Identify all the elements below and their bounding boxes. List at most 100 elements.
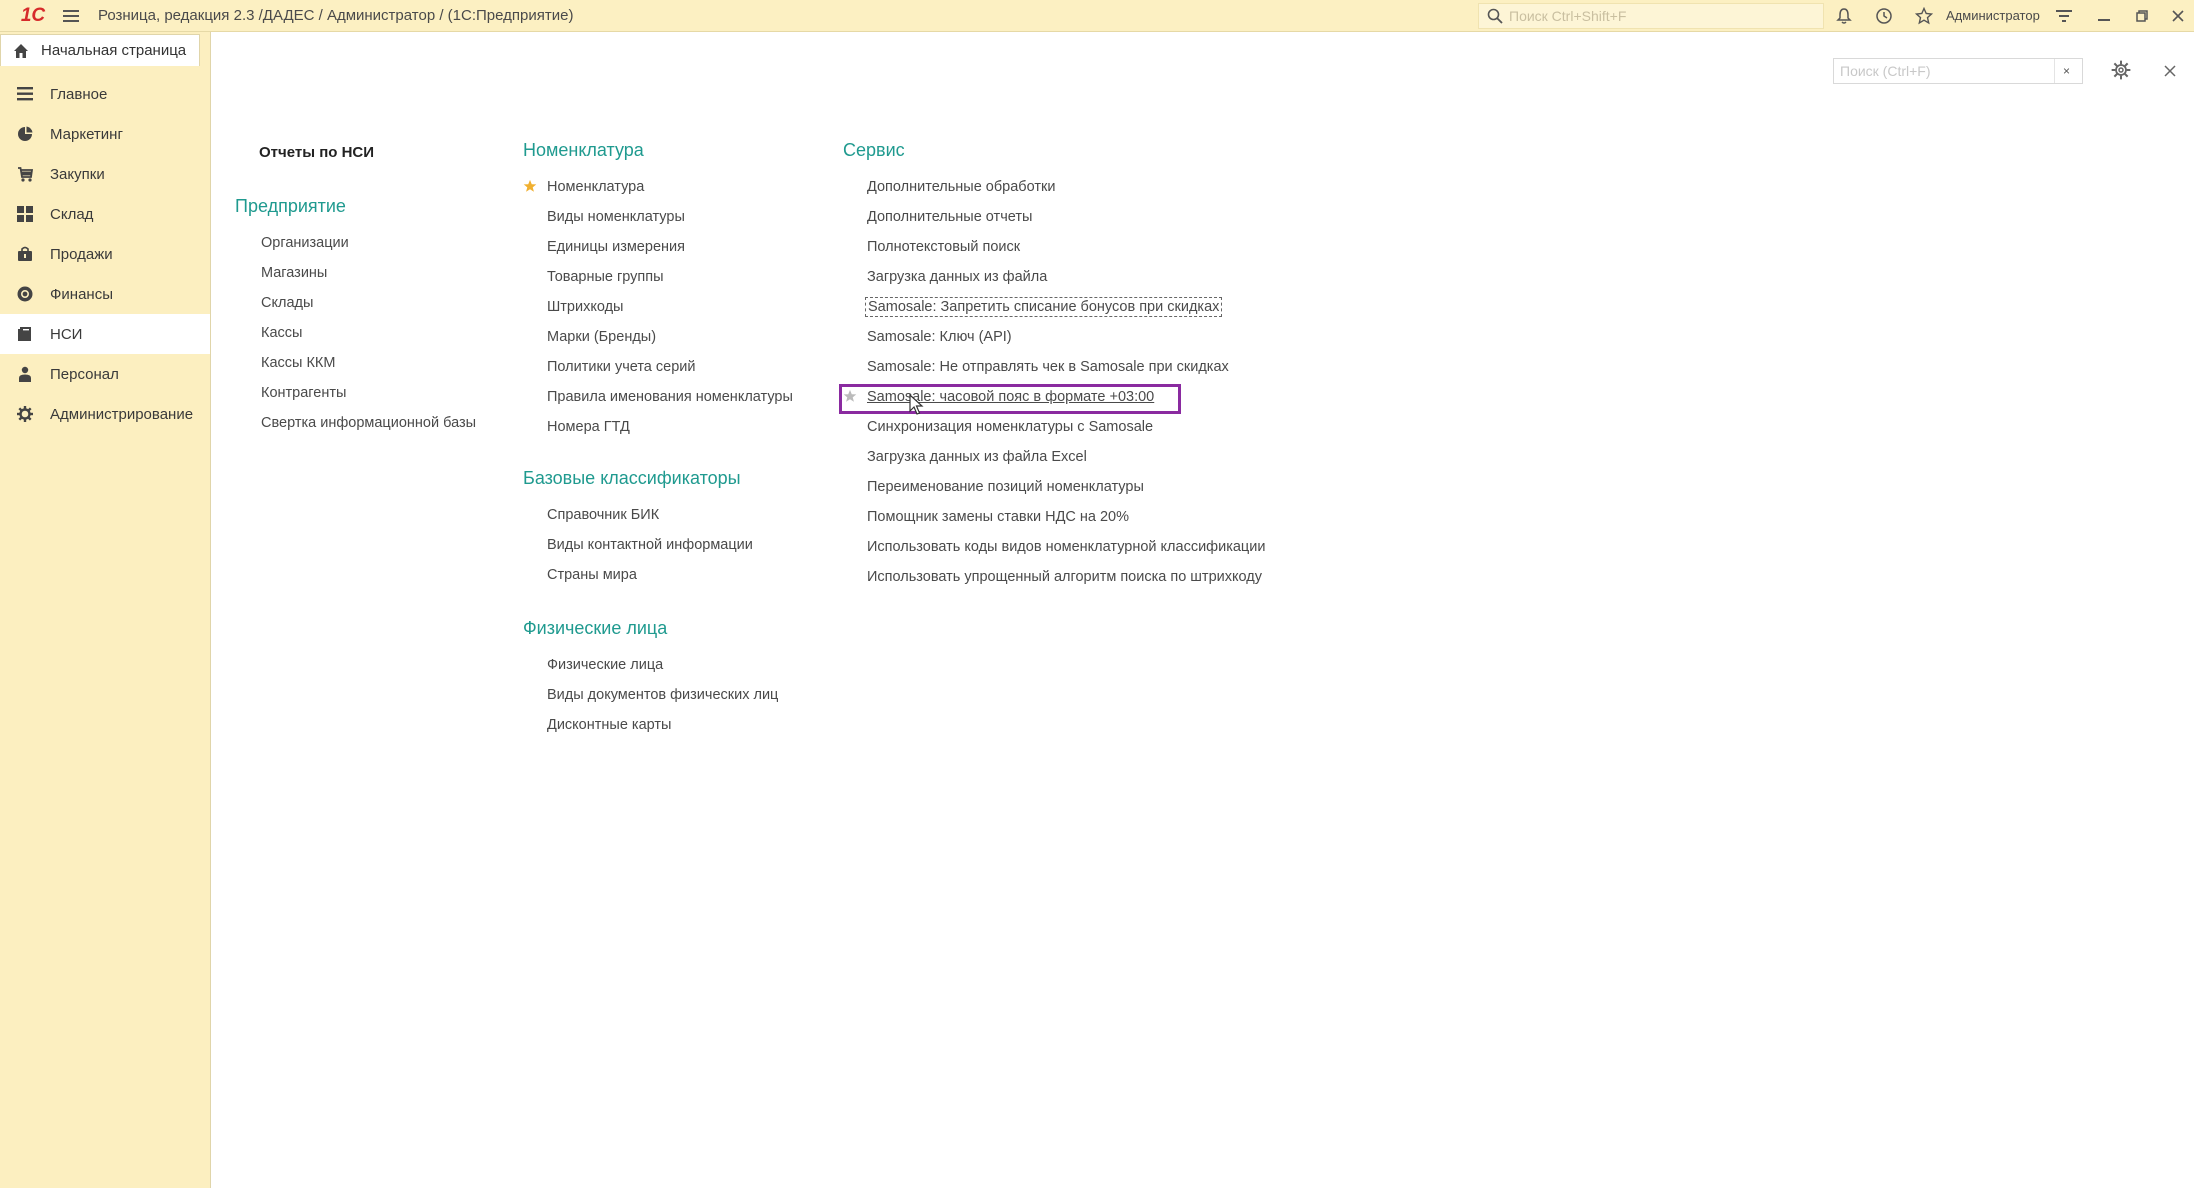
sidebar-item-personnel[interactable]: Персонал xyxy=(0,354,210,394)
sidebar-item-finance[interactable]: Финансы xyxy=(0,274,210,314)
group-title-nomenclature: Номенклатура xyxy=(523,140,644,160)
close-panel-icon[interactable] xyxy=(2159,60,2181,82)
clear-search-button[interactable]: × xyxy=(2054,59,2078,83)
link-simplified-barcode-search[interactable]: Использовать упрощенный алгоритм поиска … xyxy=(865,562,1267,592)
nomenclature-links: Номенклатура Виды номенклатуры Единицы и… xyxy=(523,172,795,442)
restore-icon[interactable] xyxy=(2130,4,2154,28)
link-load-from-file[interactable]: Загрузка данных из файла xyxy=(865,262,1267,292)
group-title-persons: Физические лица xyxy=(523,618,668,638)
link-nomenclature-types[interactable]: Виды номенклатуры xyxy=(545,202,795,232)
link-stores[interactable]: Магазины xyxy=(259,258,478,288)
bell-icon[interactable] xyxy=(1832,4,1856,28)
sidebar-item-marketing[interactable]: Маркетинг xyxy=(0,114,210,154)
global-search-box[interactable] xyxy=(1478,3,1824,29)
sidebar-item-label: НСИ xyxy=(50,325,83,343)
link-nomenclature[interactable]: Номенклатура xyxy=(523,172,795,202)
link-cash-desks[interactable]: Кассы xyxy=(259,318,478,348)
link-rename-positions[interactable]: Переименование позиций номенклатуры xyxy=(865,472,1267,502)
link-samosale-sync[interactable]: Синхронизация номенклатуры с Samosale xyxy=(865,412,1267,442)
link-series-policies[interactable]: Политики учета серий xyxy=(545,352,795,382)
cart-icon xyxy=(16,165,34,183)
link-contact-info-types[interactable]: Виды контактной информации xyxy=(545,530,755,560)
sidebar-item-label: Продажи xyxy=(50,245,113,263)
group-title-service: Сервис xyxy=(843,140,905,160)
link-id-document-types[interactable]: Виды документов физических лиц xyxy=(545,680,780,710)
link-fulltext-search[interactable]: Полнотекстовый поиск xyxy=(865,232,1267,262)
classifiers-links: Справочник БИК Виды контактной информаци… xyxy=(545,500,755,590)
panel-search-box[interactable]: × xyxy=(1833,58,2083,84)
grid-icon xyxy=(16,205,34,223)
sections-nav: Главное Маркетинг Закупки Склад Продажи … xyxy=(0,74,210,434)
group-title-classifiers: Базовые классификаторы xyxy=(523,468,741,488)
link-warehouses[interactable]: Склады xyxy=(259,288,478,318)
link-samosale-forbid-bonus[interactable]: Samosale: Запретить списание бонусов при… xyxy=(865,292,1267,322)
link-organizations[interactable]: Организации xyxy=(259,228,478,258)
link-additional-processing[interactable]: Дополнительные обработки xyxy=(865,172,1267,202)
sidebar-item-main[interactable]: Главное xyxy=(0,74,210,114)
bag-icon xyxy=(16,245,34,263)
person-icon xyxy=(16,365,34,383)
mouse-cursor-icon xyxy=(909,394,924,415)
link-discount-cards[interactable]: Дисконтные карты xyxy=(545,710,780,740)
sidebar-item-label: Маркетинг xyxy=(50,125,123,143)
link-samosale-no-receipt[interactable]: Samosale: Не отправлять чек в Samosale п… xyxy=(865,352,1267,382)
link-units[interactable]: Единицы измерения xyxy=(545,232,795,262)
link-bik[interactable]: Справочник БИК xyxy=(545,500,755,530)
search-icon xyxy=(1487,8,1503,24)
close-window-icon[interactable] xyxy=(2166,4,2190,28)
link-product-groups[interactable]: Товарные группы xyxy=(545,262,795,292)
link-brands[interactable]: Марки (Бренды) xyxy=(545,322,795,352)
window-title: Розница, редакция 2.3 /ДАДЕС / Администр… xyxy=(98,7,574,24)
history-icon[interactable] xyxy=(1872,4,1896,28)
book-icon xyxy=(16,325,34,343)
group-title-enterprise: Предприятие xyxy=(235,196,346,216)
link-additional-reports[interactable]: Дополнительные отчеты xyxy=(865,202,1267,232)
sidebar-item-label: Склад xyxy=(50,205,94,223)
link-gtd-numbers[interactable]: Номера ГТД xyxy=(545,412,795,442)
enterprise-links: Организации Магазины Склады Кассы Кассы … xyxy=(259,228,478,438)
link-kkm-cash-desks[interactable]: Кассы ККМ xyxy=(259,348,478,378)
sections-sidebar: Начальная страница Главное Маркетинг Зак… xyxy=(0,32,210,1188)
hamburger-menu-icon[interactable] xyxy=(58,0,84,32)
sidebar-item-label: Главное xyxy=(50,85,108,103)
sidebar-item-sales[interactable]: Продажи xyxy=(0,234,210,274)
link-naming-rules[interactable]: Правила именования номенклатуры xyxy=(545,382,795,412)
current-user[interactable]: Администратор xyxy=(1946,8,2040,23)
link-samosale-api-key[interactable]: Samosale: Ключ (API) xyxy=(865,322,1267,352)
app-logo[interactable]: 1С xyxy=(8,0,58,32)
link-load-from-excel[interactable]: Загрузка данных из файла Excel xyxy=(865,442,1267,472)
global-search-input[interactable] xyxy=(1509,8,1809,24)
title-bar: 1С Розница, редакция 2.3 /ДАДЕС / Админи… xyxy=(0,0,2194,32)
link-classification-codes[interactable]: Использовать коды видов номенклатурной к… xyxy=(865,532,1267,562)
settings-gear-icon[interactable] xyxy=(2111,60,2133,82)
sidebar-item-administration[interactable]: Администрирование xyxy=(0,394,210,434)
reports-nsi-link[interactable]: Отчеты по НСИ xyxy=(259,144,374,161)
home-page-tab[interactable]: Начальная страница xyxy=(0,34,200,66)
sidebar-item-warehouse[interactable]: Склад xyxy=(0,194,210,234)
link-counterparties[interactable]: Контрагенты xyxy=(259,378,478,408)
sidebar-item-label: Администрирование xyxy=(50,405,194,423)
link-individuals[interactable]: Физические лица xyxy=(545,650,780,680)
list-icon xyxy=(16,85,34,103)
minimize-icon[interactable] xyxy=(2092,4,2116,28)
highlight-frame xyxy=(839,384,1181,414)
sidebar-item-label: Персонал xyxy=(50,365,119,383)
sidebar-item-label: Закупки xyxy=(50,165,105,183)
favorites-star-icon[interactable] xyxy=(1912,4,1936,28)
functions-menu-icon[interactable] xyxy=(2052,4,2076,28)
home-page-tab-label: Начальная страница xyxy=(41,42,187,59)
persons-links: Физические лица Виды документов физическ… xyxy=(545,650,780,740)
favorite-star-icon[interactable] xyxy=(523,179,537,193)
section-panel: × Отчеты по НСИ Предприятие Организации … xyxy=(210,32,2194,1188)
sidebar-item-nsi[interactable]: НСИ xyxy=(0,314,210,354)
link-infobase-collapse[interactable]: Свертка информационной базы xyxy=(259,408,478,438)
link-barcodes[interactable]: Штрихкоды xyxy=(545,292,795,322)
service-links: Дополнительные обработки Дополнительные … xyxy=(843,172,1267,592)
link-countries[interactable]: Страны мира xyxy=(545,560,755,590)
link-vat-helper[interactable]: Помощник замены ставки НДС на 20% xyxy=(865,502,1267,532)
home-icon xyxy=(14,43,28,58)
sidebar-item-purchases[interactable]: Закупки xyxy=(0,154,210,194)
panel-search-input[interactable] xyxy=(1834,63,2054,79)
coin-icon xyxy=(16,285,34,303)
pie-chart-icon xyxy=(16,125,34,143)
